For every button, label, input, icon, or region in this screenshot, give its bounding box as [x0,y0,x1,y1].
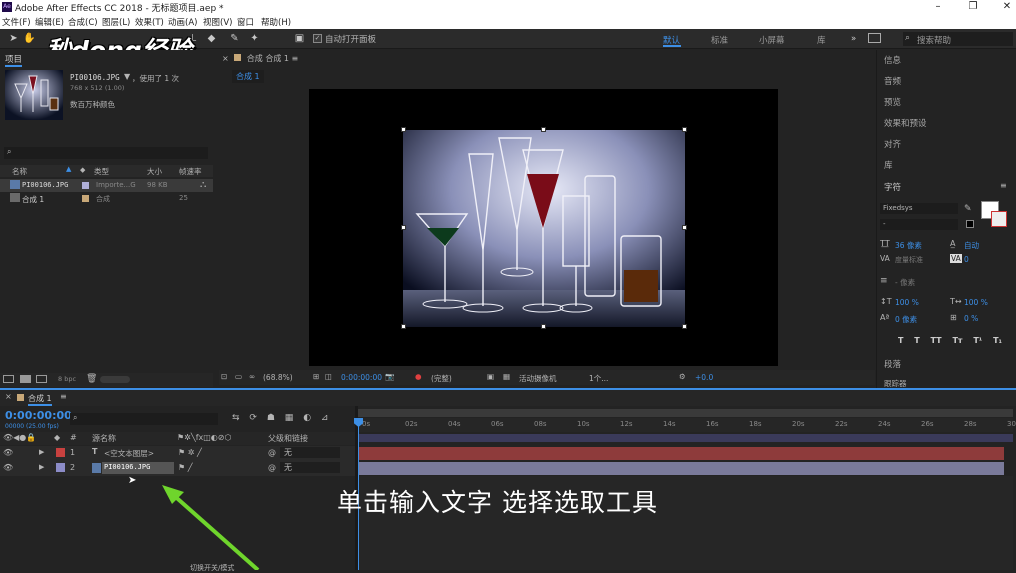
mouse-cursor-icon: ➤ [128,475,137,486]
tutorial-subtitle: 单击输入文字 选择选取工具 [337,488,658,517]
